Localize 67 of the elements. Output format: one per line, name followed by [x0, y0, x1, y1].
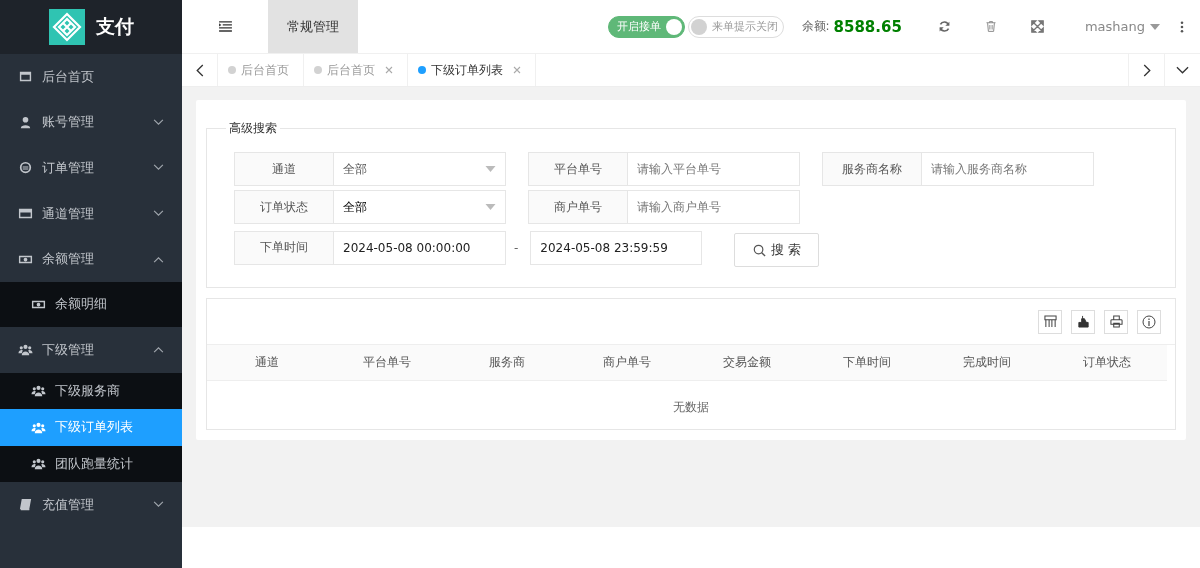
- field-label: 下单时间: [234, 230, 334, 265]
- columns-icon[interactable]: [1038, 309, 1062, 334]
- sidebar-item[interactable]: 下级服务商: [0, 372, 182, 410]
- sidebar-item[interactable]: 余额明细: [0, 281, 182, 327]
- nav-tab[interactable]: 常规管理: [268, 0, 358, 53]
- date-field[interactable]: 2024-05-08 23:59:59: [530, 230, 703, 265]
- select-field[interactable]: 全部: [334, 190, 506, 224]
- sidebar-item[interactable]: 通道管理: [0, 190, 182, 237]
- book-icon: [18, 497, 33, 513]
- chevron-left-icon: [195, 63, 204, 77]
- search-icon: [752, 243, 766, 257]
- sidebar-item[interactable]: 后台首页: [0, 54, 182, 100]
- fullscreen-icon[interactable]: [1030, 20, 1044, 33]
- user-icon: [18, 114, 33, 130]
- column-header: 交易金额: [722, 354, 772, 371]
- sidebar-item[interactable]: 余额管理: [0, 236, 182, 282]
- refresh-icon[interactable]: [937, 20, 951, 33]
- page-tab[interactable]: 下级订单列表: [408, 54, 536, 86]
- field-label: 通道: [234, 152, 334, 186]
- caret-icon: [485, 166, 496, 172]
- column-header: 下单时间: [842, 354, 892, 371]
- empty-message: 无数据: [673, 399, 709, 416]
- range-separator: -: [514, 240, 519, 255]
- user-menu[interactable]: mashang: [1078, 18, 1166, 35]
- info-icon[interactable]: [1137, 309, 1161, 334]
- order-icon: [18, 160, 33, 176]
- dot-icon: [314, 66, 322, 74]
- chevron-down-icon: [1176, 66, 1189, 74]
- column-header: 通道: [254, 354, 280, 371]
- search-button[interactable]: 搜 索: [734, 233, 820, 267]
- column-header: 平台单号: [362, 354, 412, 371]
- input-field[interactable]: 请输入商户单号: [628, 190, 800, 224]
- column-header: 服务商: [488, 354, 526, 371]
- field-label: 服务商名称: [822, 152, 922, 186]
- sidebar-item[interactable]: 团队跑量统计: [0, 445, 182, 483]
- group-icon: [31, 456, 46, 472]
- logo-title: 支付: [95, 14, 134, 39]
- trash-icon[interactable]: [984, 20, 997, 33]
- sidebar-item[interactable]: 账号管理: [0, 99, 182, 146]
- sidebar-item[interactable]: 充值管理: [0, 482, 182, 528]
- print-icon[interactable]: [1104, 309, 1128, 334]
- group-icon: [18, 342, 33, 358]
- field-label: 平台单号: [528, 152, 628, 186]
- input-field[interactable]: 请输入服务商名称: [922, 152, 1094, 186]
- input-field[interactable]: 请输入平台单号: [628, 152, 800, 186]
- search-legend: 高级搜索: [226, 120, 280, 137]
- caret-icon: [485, 204, 496, 210]
- logo-icon: [48, 9, 85, 45]
- close-icon[interactable]: [385, 66, 393, 74]
- column-header: 订单状态: [1082, 354, 1132, 371]
- date-field[interactable]: 2024-05-08 00:00:00: [334, 230, 506, 265]
- column-header: 商户单号: [602, 354, 652, 371]
- sidebar-item[interactable]: 订单管理: [0, 145, 182, 191]
- column-header: 完成时间: [962, 354, 1012, 371]
- balance-label: 余额:: [801, 18, 830, 35]
- balance-value: 8588.65: [833, 17, 902, 36]
- group-icon: [31, 383, 46, 399]
- sidebar-item[interactable]: 下级管理: [0, 326, 182, 373]
- select-field[interactable]: 全部: [334, 152, 506, 186]
- chevron-right-icon: [1142, 63, 1151, 77]
- caret-icon: [1150, 23, 1160, 30]
- more-icon[interactable]: [1180, 20, 1184, 33]
- close-icon[interactable]: [513, 66, 521, 74]
- field-label: 订单状态: [234, 190, 334, 224]
- dot-icon: [418, 66, 426, 74]
- dot-icon: [228, 66, 236, 74]
- field-label: 商户单号: [528, 190, 628, 224]
